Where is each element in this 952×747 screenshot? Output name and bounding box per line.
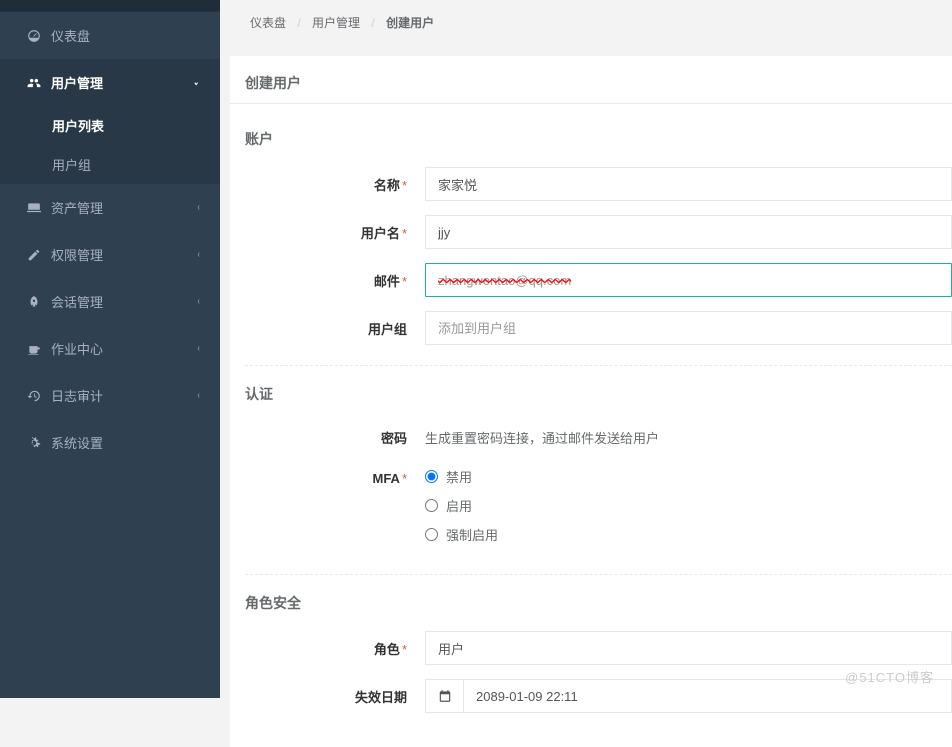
nav-session-mgmt-label: 会话管理	[51, 292, 103, 311]
label-usergroup: 用户组	[368, 322, 407, 337]
usergroup-field[interactable]	[425, 311, 952, 345]
label-expire: 失效日期	[355, 690, 407, 705]
username-field[interactable]	[425, 215, 952, 249]
expire-date-field[interactable]	[463, 679, 952, 713]
breadcrumb-current: 创建用户	[386, 16, 434, 30]
label-mfa: MFA	[372, 471, 399, 486]
mfa-enabled-radio[interactable]	[425, 499, 438, 512]
chevron-left-icon: ‹	[197, 296, 199, 307]
panel-title-bar: 创建用户	[230, 56, 952, 104]
required-star: *	[402, 226, 407, 241]
history-icon	[25, 389, 43, 403]
create-user-panel: 创建用户 账户 名称* 用户名* 邮件* 用户组	[230, 56, 952, 747]
nav-job-center-label: 作业中心	[51, 339, 103, 358]
nav-user-mgmt-label: 用户管理	[51, 73, 103, 92]
required-star: *	[402, 642, 407, 657]
logo-area	[0, 0, 220, 12]
breadcrumb-sep: /	[371, 16, 374, 30]
sidebar: 仪表盘 用户管理 ⌄ 用户列表 用户组 资产管理 ‹ 权限管理 ‹ 会话管理 ‹	[0, 0, 220, 698]
chevron-left-icon: ‹	[197, 202, 199, 213]
panel-title: 创建用户	[245, 73, 301, 93]
chevron-left-icon: ‹	[197, 343, 199, 354]
nav-dashboard-label: 仪表盘	[51, 26, 90, 45]
section-role: 角色安全	[245, 593, 952, 613]
divider	[245, 574, 952, 575]
nav-perm-mgmt[interactable]: 权限管理 ‹	[0, 231, 220, 278]
nav-user-mgmt[interactable]: 用户管理 ⌄	[0, 59, 220, 106]
rocket-icon	[25, 295, 43, 309]
nav-audit-label: 日志审计	[51, 386, 103, 405]
nav-dashboard[interactable]: 仪表盘	[0, 12, 220, 59]
users-icon	[25, 76, 43, 90]
subnav-user-group[interactable]: 用户组	[0, 145, 220, 184]
label-username: 用户名	[361, 226, 400, 241]
nav-job-center[interactable]: 作业中心 ‹	[0, 325, 220, 372]
name-field[interactable]	[425, 167, 952, 201]
chevron-left-icon: ‹	[197, 249, 199, 260]
cogs-icon	[25, 436, 43, 450]
nav-session-mgmt[interactable]: 会话管理 ‹	[0, 278, 220, 325]
nav-asset-mgmt-label: 资产管理	[51, 198, 103, 217]
laptop-icon	[25, 201, 43, 215]
nav-settings-label: 系统设置	[51, 433, 103, 452]
edit-icon	[25, 248, 43, 262]
mfa-disabled-radio[interactable]	[425, 470, 438, 483]
breadcrumb-sep: /	[297, 16, 300, 30]
password-hint: 生成重置密码连接，通过邮件发送给用户	[425, 422, 952, 453]
mfa-disabled-label: 禁用	[446, 467, 472, 486]
mfa-force-radio[interactable]	[425, 528, 438, 541]
label-password: 密码	[381, 431, 407, 446]
mfa-enabled-label: 启用	[446, 496, 472, 515]
user-mgmt-subnav: 用户列表 用户组	[0, 106, 220, 184]
required-star: *	[402, 471, 407, 486]
calendar-icon[interactable]	[425, 679, 463, 713]
subnav-user-list[interactable]: 用户列表	[0, 106, 220, 145]
section-auth: 认证	[245, 384, 952, 404]
nav-asset-mgmt[interactable]: 资产管理 ‹	[0, 184, 220, 231]
nav-perm-mgmt-label: 权限管理	[51, 245, 103, 264]
nav-settings[interactable]: 系统设置	[0, 419, 220, 466]
dashboard-icon	[25, 29, 43, 43]
chevron-left-icon: ‹	[197, 390, 199, 401]
divider	[245, 365, 952, 366]
breadcrumb: 仪表盘 / 用户管理 / 创建用户	[230, 0, 952, 36]
coffee-icon	[25, 342, 43, 356]
required-star: *	[402, 178, 407, 193]
label-email: 邮件	[374, 274, 400, 289]
main-content: 仪表盘 / 用户管理 / 创建用户 创建用户 账户 名称* 用户名*	[220, 0, 952, 698]
email-field[interactable]	[425, 263, 952, 297]
required-star: *	[402, 274, 407, 289]
mfa-force-label: 强制启用	[446, 525, 498, 544]
breadcrumb-user-mgmt[interactable]: 用户管理	[312, 16, 360, 30]
nav-audit[interactable]: 日志审计 ‹	[0, 372, 220, 419]
label-name: 名称	[374, 178, 400, 193]
section-account: 账户	[245, 129, 952, 149]
label-role: 角色	[374, 642, 400, 657]
chevron-down-icon: ⌄	[193, 77, 199, 88]
role-select[interactable]	[425, 631, 952, 665]
breadcrumb-dashboard[interactable]: 仪表盘	[250, 16, 286, 30]
